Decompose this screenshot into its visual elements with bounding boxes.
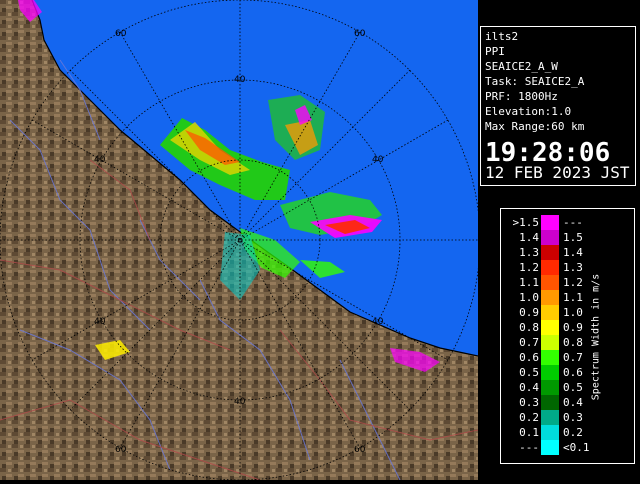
legend-swatch — [541, 365, 559, 380]
legend-row: 1.4 1.5 — [501, 230, 634, 245]
legend-row: 0.3 0.4 — [501, 395, 634, 410]
legend-lower-value: 0.5 — [519, 366, 539, 379]
ring-label: 40 — [234, 75, 246, 85]
legend-lower-value: 0.2 — [519, 411, 539, 424]
legend-lower-value: 0.8 — [519, 321, 539, 334]
legend-lower-value: 0.9 — [519, 306, 539, 319]
ring-label: 40 — [94, 155, 106, 165]
legend-upper-value: 0.8 — [563, 336, 583, 349]
legend-lower-value: >1.5 — [512, 216, 540, 229]
ring-label: 60 — [115, 29, 127, 39]
legend-row: 0.7 0.8 — [501, 335, 634, 350]
legend-upper-value: --- — [563, 216, 583, 229]
legend-swatch — [541, 230, 559, 245]
legend-row: 0.9 1.0 — [501, 305, 634, 320]
legend-swatch — [541, 395, 559, 410]
ring-label: 40 — [94, 317, 106, 327]
legend-swatch — [541, 335, 559, 350]
scan-name: SEAICE2_A_W — [485, 60, 558, 73]
prf-value: PRF: 1800Hz — [485, 90, 558, 103]
legend-upper-value: 0.4 — [563, 396, 583, 409]
legend-upper-value: <0.1 — [563, 441, 590, 454]
max-range-value: Max Range:60 km — [485, 120, 585, 133]
legend-title: Spectrum Width in m/s — [590, 273, 602, 401]
ring-label: 60 — [354, 445, 366, 455]
legend-upper-value: 0.6 — [563, 366, 583, 379]
legend-lower-value: 1.2 — [519, 261, 539, 274]
radar-map[interactable]: 60 60 40 40 40 40 40 60 60 40 — [0, 0, 478, 480]
legend-swatch — [541, 350, 559, 365]
legend-row: 1.1 1.2 — [501, 275, 634, 290]
legend-swatch — [541, 410, 559, 425]
legend-upper-value: 1.0 — [563, 306, 583, 319]
ring-label: 60 — [354, 29, 366, 39]
ring-label: 40 — [234, 397, 246, 407]
legend-upper-value: 1.4 — [563, 246, 583, 259]
legend-lower-value: 0.7 — [519, 336, 539, 349]
legend-upper-value: 0.5 — [563, 381, 583, 394]
legend-upper-value: 0.2 — [563, 426, 583, 439]
legend-upper-value: 1.2 — [563, 276, 583, 289]
legend-swatch — [541, 305, 559, 320]
elevation-value: Elevation:1.0 — [485, 105, 572, 118]
task-name: Task: SEAICE2_A — [485, 75, 585, 88]
legend-lower-value: 1.0 — [519, 291, 539, 304]
scan-info-box: ilts2 PPI SEAICE2_A_W Task: SEAICE2_A PR… — [480, 26, 636, 186]
legend-upper-value: 1.1 — [563, 291, 583, 304]
legend-row: >1.5 --- — [501, 215, 634, 230]
legend-swatch — [541, 440, 559, 455]
legend-swatch — [541, 275, 559, 290]
legend-swatch — [541, 215, 559, 230]
legend-swatch — [541, 320, 559, 335]
legend-swatch — [541, 425, 559, 440]
legend-row: 1.0 1.1 — [501, 290, 634, 305]
legend-row: 0.6 0.7 — [501, 350, 634, 365]
legend-swatch — [541, 380, 559, 395]
ring-label: 60 — [115, 445, 127, 455]
legend-upper-value: 1.3 — [563, 261, 583, 274]
legend-lower-value: 1.4 — [519, 231, 539, 244]
scan-date: 12 FEB 2023 JST — [485, 163, 630, 182]
legend-row: 0.2 0.3 — [501, 410, 634, 425]
legend-row: 0.1 0.2 — [501, 425, 634, 440]
legend-lower-value: --- — [519, 441, 539, 454]
legend-row: --- <0.1 — [501, 440, 634, 455]
station-name: ilts2 — [485, 30, 519, 43]
legend-upper-value: 0.9 — [563, 321, 583, 334]
legend-lower-value: 0.6 — [519, 351, 539, 364]
legend-upper-value: 0.7 — [563, 351, 583, 364]
info-panel: ilts2 PPI SEAICE2_A_W Task: SEAICE2_A PR… — [478, 0, 640, 480]
legend-swatch — [541, 245, 559, 260]
legend-row: 0.4 0.5 — [501, 380, 634, 395]
legend-lower-value: 1.1 — [519, 276, 539, 289]
legend-upper-value: 0.3 — [563, 411, 583, 424]
ring-label: 40 — [372, 155, 384, 165]
legend-row: 1.3 1.4 — [501, 245, 634, 260]
legend-row: 1.2 1.3 — [501, 260, 634, 275]
color-legend: >1.5 --- 1.4 1.5 1.3 1.4 1.2 1.3 1.1 1.2 1.0 1.1 0.9… — [500, 208, 635, 464]
legend-lower-value: 1.3 — [519, 246, 539, 259]
product-type: PPI — [485, 45, 505, 58]
legend-swatch — [541, 290, 559, 305]
ring-label: 40 — [372, 317, 384, 327]
legend-lower-value: 0.1 — [519, 426, 539, 439]
legend-upper-value: 1.5 — [563, 231, 583, 244]
legend-lower-value: 0.4 — [519, 381, 539, 394]
legend-row: 0.5 0.6 — [501, 365, 634, 380]
legend-lower-value: 0.3 — [519, 396, 539, 409]
radar-map-svg: 60 60 40 40 40 40 40 60 60 40 — [0, 0, 478, 480]
legend-row: 0.8 0.9 — [501, 320, 634, 335]
legend-swatch — [541, 260, 559, 275]
